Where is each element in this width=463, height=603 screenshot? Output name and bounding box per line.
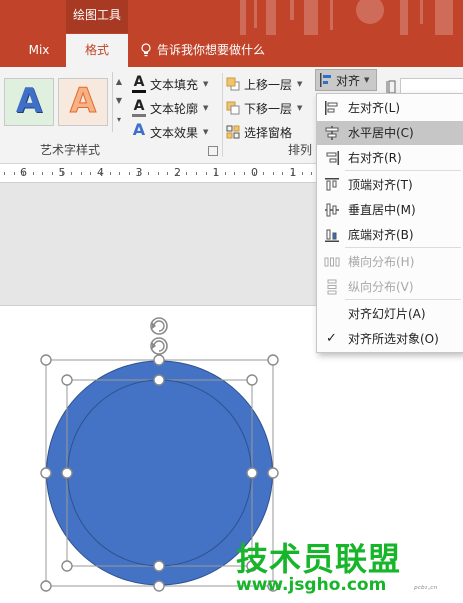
rotate-handle-icon[interactable] [150, 337, 168, 355]
resize-handle[interactable] [267, 467, 279, 479]
align-dropdown-menu: 左对齐(L) 水平居中(C) 右对齐(R) 顶端对齐(T) 垂直居中(M) 底端对齐(B)… [316, 93, 463, 353]
menu-item-label: 左对齐(L) [348, 101, 401, 115]
menu-item-option-8[interactable]: 对齐幻灯片(A) [317, 302, 463, 326]
distribute-horizontal-icon [324, 254, 340, 270]
resize-handle[interactable] [153, 354, 165, 366]
rotate-handle-icon[interactable] [150, 317, 168, 335]
menu-item-distribute-horizontal[interactable]: 横向分布(H) [317, 250, 463, 274]
resize-handle[interactable] [153, 560, 165, 572]
resize-handle[interactable] [267, 354, 279, 366]
resize-handle[interactable] [61, 467, 73, 479]
inner-circle-shape[interactable] [67, 379, 252, 567]
menu-item-label: 对齐幻灯片(A) [348, 307, 426, 321]
menu-item-label: 底端对齐(B) [348, 228, 414, 242]
menu-item-align-left[interactable]: 左对齐(L) [317, 96, 463, 120]
resize-handle[interactable] [153, 374, 165, 386]
menu-item-align-right[interactable]: 右对齐(R) [317, 146, 463, 170]
resize-handle[interactable] [246, 467, 258, 479]
align-middle-icon [324, 202, 340, 218]
menu-item-label: 水平居中(C) [348, 126, 414, 140]
watermark-small: ᵖᶜᵇᶦ·ᶜⁿ [414, 585, 438, 595]
resize-handle[interactable] [40, 354, 52, 366]
menu-item-align-bottom[interactable]: 底端对齐(B) [317, 223, 463, 247]
resize-handle[interactable] [246, 374, 258, 386]
align-bottom-icon [324, 227, 340, 243]
distribute-vertical-icon [324, 279, 340, 295]
menu-item-label: 垂直居中(M) [348, 203, 416, 217]
menu-item-align-middle[interactable]: 垂直居中(M) [317, 198, 463, 222]
resize-handle[interactable] [40, 467, 52, 479]
menu-item-label: 右对齐(R) [348, 151, 402, 165]
menu-item-option-9[interactable]: ✓ 对齐所选对象(O) [317, 327, 463, 351]
watermark-url: www.jsgho.com [236, 575, 387, 595]
menu-item-align-center[interactable]: 水平居中(C) [317, 121, 463, 145]
menu-separator [345, 299, 461, 300]
resize-handle[interactable] [61, 374, 73, 386]
menu-item-distribute-vertical[interactable]: 纵向分布(V) [317, 275, 463, 299]
menu-item-align-top[interactable]: 顶端对齐(T) [317, 173, 463, 197]
align-center-icon [324, 125, 340, 141]
menu-item-label: 横向分布(H) [348, 255, 415, 269]
resize-handle[interactable] [61, 560, 73, 572]
menu-separator [345, 170, 461, 171]
checkmark-icon: ✓ [326, 331, 337, 346]
menu-item-label: 纵向分布(V) [348, 280, 414, 294]
align-right-icon [324, 150, 340, 166]
menu-item-label: 对齐所选对象(O) [348, 332, 439, 346]
align-left-icon [324, 100, 340, 116]
resize-handle[interactable] [153, 580, 165, 592]
align-top-icon [324, 177, 340, 193]
menu-separator [345, 247, 461, 248]
watermark-brand: 技术员联盟 [236, 540, 402, 578]
menu-item-label: 顶端对齐(T) [348, 178, 413, 192]
resize-handle[interactable] [40, 580, 52, 592]
